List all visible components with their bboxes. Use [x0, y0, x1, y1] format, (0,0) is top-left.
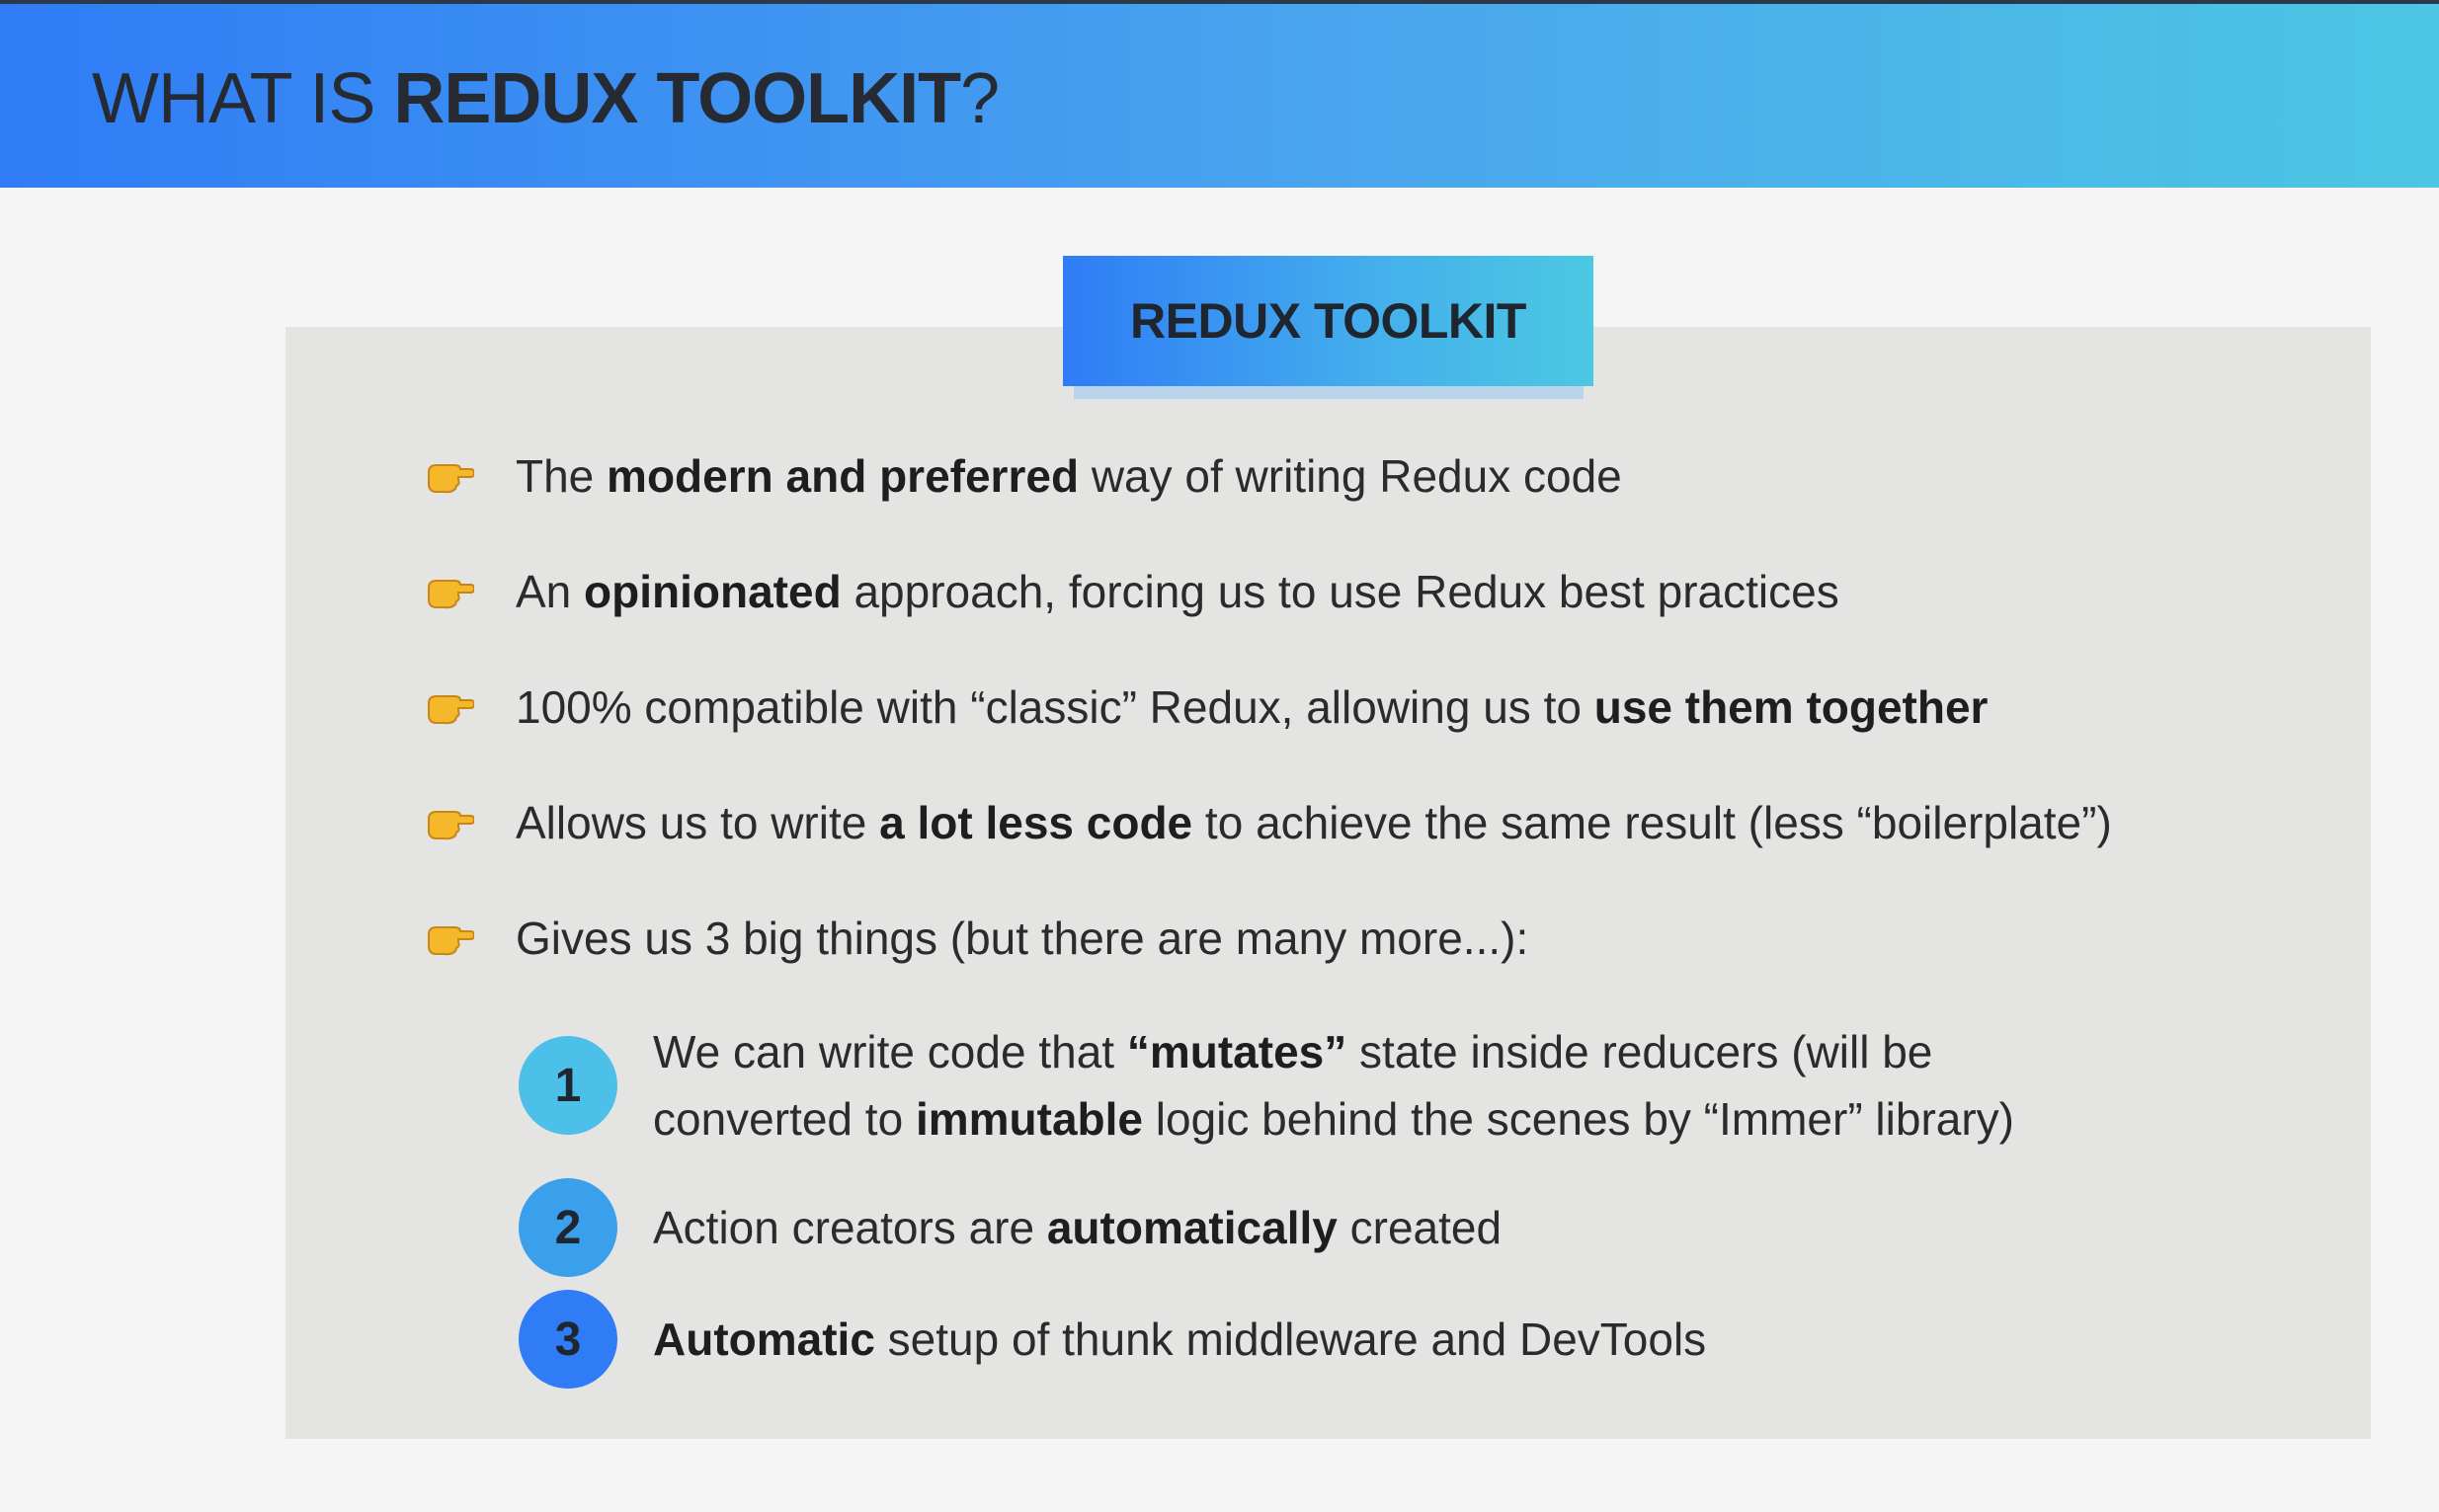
- bullet-item: 100% compatible with “classic” Redux, al…: [425, 680, 1988, 734]
- number-circle: 1: [519, 1036, 617, 1135]
- section-badge: REDUX TOOLKIT: [1063, 256, 1593, 386]
- header-banner: WHAT IS REDUX TOOLKIT?: [0, 0, 2439, 188]
- bullet-text: Gives us 3 big things (but there are man…: [516, 913, 1529, 964]
- section-badge-label: REDUX TOOLKIT: [1130, 293, 1526, 349]
- bullet-item: Allows us to write a lot less code to ac…: [425, 796, 2112, 849]
- number-circle: 3: [519, 1290, 617, 1389]
- pointing-hand-icon: [428, 811, 474, 840]
- pointing-hand-icon: [428, 926, 474, 956]
- bullet-item: The modern and preferred way of writing …: [425, 449, 1622, 503]
- numbered-item: 1 We can write code that “mutates” state…: [519, 1026, 2014, 1153]
- numbered-item: 3 Automatic setup of thunk middleware an…: [519, 1290, 1706, 1389]
- numbered-item-text: Action creators are automatically create…: [653, 1202, 1503, 1253]
- bullet-item: An opinionated approach, forcing us to u…: [425, 565, 1839, 618]
- numbered-item-text: We can write code that “mutates” state i…: [653, 1026, 2014, 1145]
- number-circle: 2: [519, 1178, 617, 1277]
- page-title: WHAT IS REDUX TOOLKIT?: [92, 58, 1000, 139]
- page-title-suffix: ?: [960, 59, 1000, 138]
- pointing-hand-icon: [428, 580, 474, 609]
- pointing-hand-icon: [428, 695, 474, 725]
- bullet-text: 100% compatible with “classic” Redux, al…: [516, 681, 1989, 733]
- numbered-item-text: Automatic setup of thunk middleware and …: [653, 1313, 1707, 1365]
- pointing-hand-icon: [428, 464, 474, 494]
- bullet-text: An opinionated approach, forcing us to u…: [516, 566, 1839, 617]
- numbered-item: 2 Action creators are automatically crea…: [519, 1178, 1502, 1277]
- bullet-text: Allows us to write a lot less code to ac…: [516, 797, 2112, 848]
- bullet-text: The modern and preferred way of writing …: [516, 450, 1622, 502]
- bullet-item: Gives us 3 big things (but there are man…: [425, 912, 1528, 965]
- page-title-bold: REDUX TOOLKIT: [393, 59, 961, 138]
- page-title-prefix: WHAT IS: [92, 59, 394, 138]
